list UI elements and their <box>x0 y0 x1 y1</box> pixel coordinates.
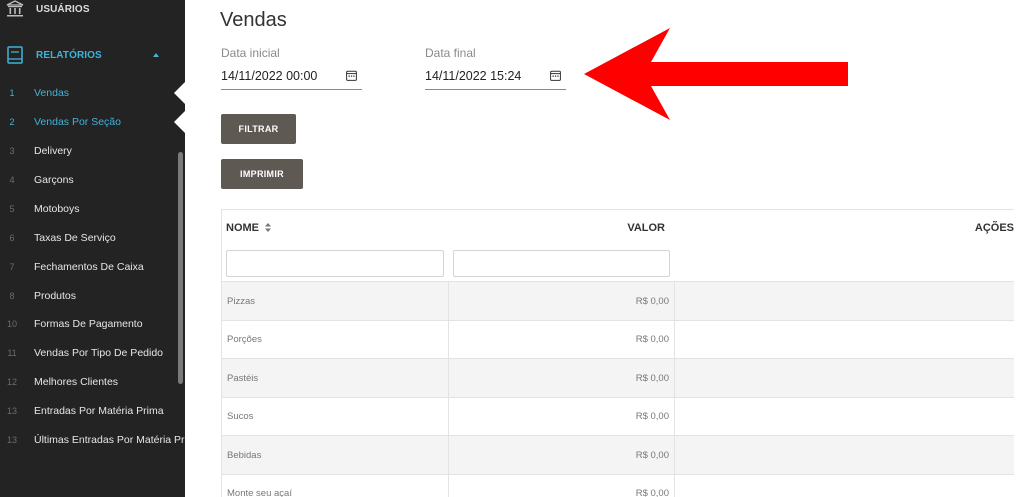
table-header: NOME VALOR AÇÕES <box>222 210 1014 282</box>
cell-value: R$ 0,00 <box>448 436 675 474</box>
cell-value: R$ 0,00 <box>448 359 675 397</box>
menu-item-number: 8 <box>9 290 15 301</box>
start-date-field: Data inicial 14/11/2022 00:00 <box>221 46 362 90</box>
cell-value: R$ 0,00 <box>448 397 675 436</box>
menu-item-label: Taxas De Serviço <box>34 231 116 244</box>
sales-table: NOME VALOR AÇÕES Pizzas R$ 0,00 Porções … <box>221 209 1014 497</box>
sidebar-item-delivery[interactable]: 3 Delivery <box>0 136 185 165</box>
sidebar-item-taxas-de-servico[interactable]: 6 Taxas De Serviço <box>0 223 185 252</box>
cell-name: Monte seu açaí <box>227 488 292 497</box>
sidebar-item-vendas[interactable]: 1 Vendas <box>0 78 185 107</box>
column-header-valor: VALOR <box>627 222 665 234</box>
menu-item-number: 11 <box>7 347 17 358</box>
menu-item-label: Motoboys <box>34 202 80 215</box>
sidebar-item-vendas-por-secao[interactable]: 2 Vendas Por Seção <box>0 107 185 136</box>
annotation-arrow-icon <box>584 28 848 120</box>
name-filter-input[interactable] <box>226 250 444 277</box>
sidebar-reports-label: RELATÓRIOS <box>36 49 102 61</box>
page-title: Vendas <box>220 9 287 31</box>
menu-item-number: 13 <box>6 434 17 445</box>
menu-item-number: 12 <box>6 376 17 387</box>
menu-item-number: 5 <box>9 203 15 214</box>
cell-name: Porções <box>227 334 262 345</box>
cell-value: R$ 0,00 <box>448 282 675 320</box>
table-row: Sucos R$ 0,00 <box>222 397 1014 436</box>
end-date-value: 14/11/2022 15:24 <box>425 69 522 83</box>
column-header-nome-label: NOME <box>226 222 259 234</box>
table-row: Pizzas R$ 0,00 <box>222 282 1014 321</box>
menu-item-label: Últimas Entradas Por Matéria Pr <box>34 433 185 446</box>
report-book-icon <box>7 46 23 64</box>
menu-item-number: 3 <box>9 145 15 156</box>
table-row: Bebidas R$ 0,00 <box>222 436 1014 475</box>
sidebar-item-garcons[interactable]: 4 Garçons <box>0 165 185 194</box>
menu-item-number: 4 <box>9 174 15 185</box>
table-row: Monte seu açaí R$ 0,00 <box>222 474 1014 497</box>
chevron-up-icon <box>153 53 159 57</box>
sidebar-item-ultimas-entradas[interactable]: 13 Últimas Entradas Por Matéria Pr <box>0 425 185 454</box>
menu-item-label: Vendas <box>34 86 70 99</box>
cell-name: Sucos <box>227 411 254 422</box>
menu-item-number: 7 <box>9 261 15 272</box>
menu-item-number: 13 <box>6 405 17 416</box>
menu-item-label: Formas De Pagamento <box>34 317 143 330</box>
calendar-icon[interactable] <box>346 70 357 81</box>
sidebar-scrollbar[interactable] <box>178 152 183 384</box>
bank-icon <box>6 0 24 17</box>
menu-item-label: Fechamentos De Caixa <box>34 260 144 273</box>
menu-item-label: Delivery <box>34 144 72 157</box>
start-date-label: Data inicial <box>221 46 280 60</box>
sidebar-item-fechamentos-de-caixa[interactable]: 7 Fechamentos De Caixa <box>0 252 185 281</box>
cell-value: R$ 0,00 <box>448 474 675 497</box>
end-date-input[interactable]: 14/11/2022 15:24 <box>425 66 566 90</box>
column-header-nome[interactable]: NOME <box>226 222 272 234</box>
calendar-icon[interactable] <box>550 70 561 81</box>
start-date-input[interactable]: 14/11/2022 00:00 <box>221 66 362 90</box>
menu-item-number: 6 <box>9 232 15 243</box>
sidebar-item-motoboys[interactable]: 5 Motoboys <box>0 194 185 223</box>
sidebar-item-vendas-por-tipo-de-pedido[interactable]: 11 Vendas Por Tipo De Pedido <box>0 338 185 367</box>
filter-button[interactable]: FILTRAR <box>221 114 296 144</box>
sidebar-section-users[interactable]: USUÁRIOS <box>0 0 185 24</box>
menu-item-number: 1 <box>9 87 15 98</box>
table-row: Porções R$ 0,00 <box>222 320 1014 359</box>
cell-name: Pizzas <box>227 295 255 307</box>
value-filter-input[interactable] <box>453 250 670 277</box>
sidebar-item-formas-de-pagamento[interactable]: 10 Formas De Pagamento <box>0 309 185 338</box>
menu-item-label: Entradas Por Matéria Prima <box>34 404 164 417</box>
sidebar-item-entradas-por-materia-prima[interactable]: 13 Entradas Por Matéria Prima <box>0 396 185 425</box>
cell-name: Bebidas <box>227 449 262 461</box>
menu-item-label: Produtos <box>34 289 77 302</box>
cell-value: R$ 0,00 <box>448 320 675 359</box>
menu-item-number: 2 <box>9 116 15 127</box>
table-row: Pastéis R$ 0,00 <box>222 359 1014 398</box>
sidebar-section-reports[interactable]: RELATÓRIOS <box>0 40 185 70</box>
cell-name: Pastéis <box>227 372 259 384</box>
sidebar-item-melhores-clientes[interactable]: 12 Melhores Clientes <box>0 367 185 396</box>
print-button[interactable]: IMPRIMIR <box>221 159 303 189</box>
sidebar: USUÁRIOS RELATÓRIOS 1 Vendas 2 Vendas Po… <box>0 0 185 497</box>
menu-item-number: 10 <box>6 318 17 329</box>
end-date-label: Data final <box>425 46 476 60</box>
menu-item-label: Vendas Por Seção <box>34 115 121 128</box>
sidebar-item-produtos[interactable]: 8 Produtos <box>0 281 185 310</box>
sort-icon[interactable] <box>265 223 272 232</box>
menu-item-label: Garçons <box>34 173 74 186</box>
sidebar-users-label: USUÁRIOS <box>36 3 90 15</box>
end-date-field: Data final 14/11/2022 15:24 <box>425 46 566 90</box>
menu-item-label: Melhores Clientes <box>34 375 119 388</box>
menu-item-label: Vendas Por Tipo De Pedido <box>34 346 164 359</box>
column-header-acoes: AÇÕES <box>974 222 1014 234</box>
start-date-value: 14/11/2022 00:00 <box>221 69 318 83</box>
